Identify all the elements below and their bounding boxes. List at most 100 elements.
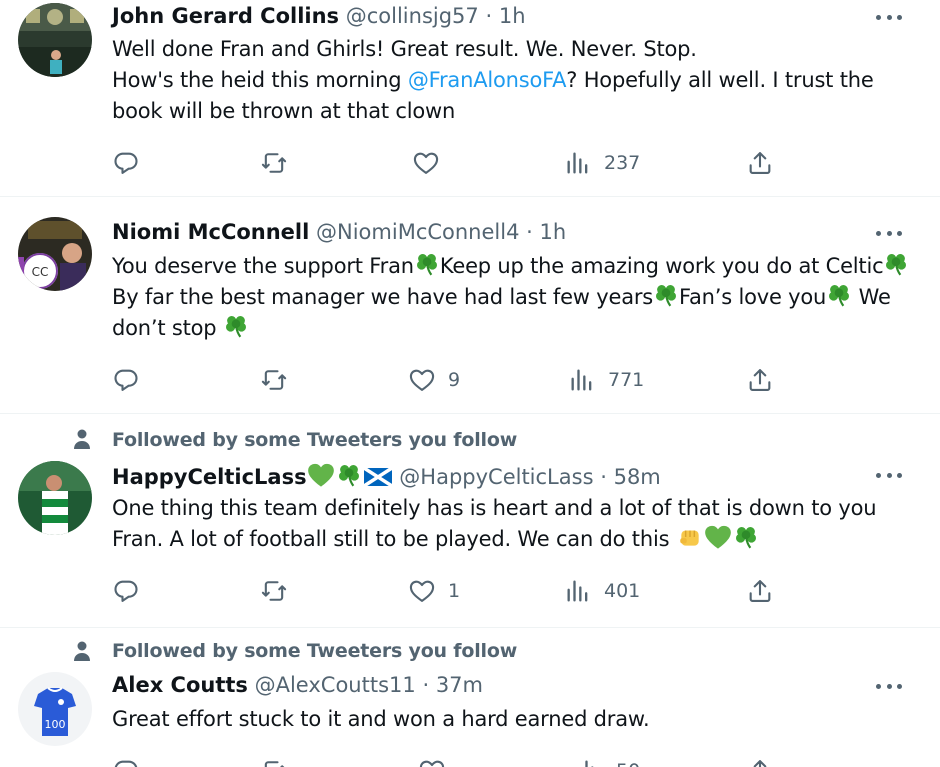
avatar[interactable]: CC xyxy=(18,217,92,291)
tweet-feed: John Gerard Collins @collinsjg57 · 1h We… xyxy=(0,0,940,767)
tweet-text-segment: Fan’s love you xyxy=(679,285,827,309)
retweet-icon xyxy=(264,761,285,767)
author-name[interactable]: HappyCelticLass xyxy=(112,465,307,489)
action-bar: 9 771 xyxy=(112,365,792,395)
view-count: 237 xyxy=(604,152,641,174)
like-icon xyxy=(419,760,445,767)
share-button[interactable] xyxy=(746,756,774,767)
reply-icon xyxy=(114,369,138,391)
tweet-text-segment: One thing this team definitely has is he… xyxy=(112,496,877,551)
separator-dot: · xyxy=(526,220,533,244)
retweet-icon xyxy=(261,153,287,173)
retweet-icon xyxy=(261,581,287,601)
tweet-text: Well done Fran and Ghirls! Great result.… xyxy=(112,34,912,127)
more-icon[interactable] xyxy=(876,470,902,480)
like-button[interactable] xyxy=(418,756,458,767)
views-icon xyxy=(585,760,594,767)
views-button[interactable]: 50 xyxy=(576,756,640,767)
retweet-icon xyxy=(261,370,287,390)
author-name[interactable]: Niomi McConnell xyxy=(112,220,309,244)
tweet-text-segment: Great effort stuck to it and won a hard … xyxy=(112,707,650,731)
like-button[interactable]: 1 xyxy=(408,576,460,606)
tweet-text-segment: How's the heid this morning xyxy=(112,68,408,92)
retweet-button[interactable] xyxy=(260,365,288,395)
green-heart-emoji xyxy=(307,463,334,487)
like-icon xyxy=(409,580,435,602)
like-button[interactable]: 9 xyxy=(408,365,460,395)
shamrock-emoji xyxy=(415,252,438,276)
tweet-text-line: Well done Fran and Ghirls! Great result.… xyxy=(112,37,697,61)
author-handle[interactable]: @collinsjg57 xyxy=(346,4,479,28)
green-heart-emoji xyxy=(704,525,731,549)
timestamp[interactable]: 58m xyxy=(614,465,661,489)
shamrock-emoji xyxy=(885,252,908,276)
tweet-text-segment: You deserve the support Fran xyxy=(112,254,414,278)
author-handle[interactable]: @AlexCoutts11 xyxy=(255,673,416,697)
more-icon[interactable] xyxy=(876,681,902,691)
retweet-button[interactable] xyxy=(260,576,288,606)
reply-button[interactable] xyxy=(112,365,140,395)
share-button[interactable] xyxy=(746,148,774,178)
tweet-text: Great effort stuck to it and won a hard … xyxy=(112,704,912,735)
separator-dot: · xyxy=(422,673,430,697)
scotland-flag-emoji xyxy=(362,466,393,488)
share-button[interactable] xyxy=(746,576,774,606)
author-name[interactable]: Alex Coutts xyxy=(112,673,248,697)
tweet-header: HappyCelticLass @HappyCelticLass · 58m xyxy=(112,462,661,489)
more-icon[interactable] xyxy=(876,12,902,22)
share-icon xyxy=(749,580,771,602)
view-count: 50 xyxy=(616,760,640,767)
views-button[interactable]: 237 xyxy=(564,148,640,178)
like-icon xyxy=(413,152,439,174)
separator-dot: · xyxy=(485,4,493,28)
share-button[interactable] xyxy=(746,365,774,395)
tweet-header: Alex Coutts @AlexCoutts11 · 37m xyxy=(112,673,483,697)
avatar[interactable] xyxy=(18,461,92,535)
action-bar: 237 xyxy=(112,148,792,178)
retweet-button[interactable] xyxy=(260,756,288,767)
reply-button[interactable] xyxy=(112,756,140,767)
author-handle[interactable]: @NiomiMcConnell4 xyxy=(316,220,519,244)
like-button[interactable] xyxy=(412,148,452,178)
avatar[interactable]: 100 xyxy=(18,672,92,746)
person-icon xyxy=(74,641,90,661)
tweet[interactable]: Followed by some Tweeters you follow Hap… xyxy=(0,414,940,628)
tweet[interactable]: CC Niomi McConnell @NiomiMcConnell4 · 1h… xyxy=(0,197,940,414)
social-context[interactable]: Followed by some Tweeters you follow xyxy=(112,429,517,451)
tweet-text-segment: Keep up the amazing work you do at Celti… xyxy=(439,254,884,278)
views-icon xyxy=(567,152,588,174)
reply-icon xyxy=(114,760,138,767)
share-icon xyxy=(749,152,771,174)
view-count: 401 xyxy=(604,580,641,602)
author-name[interactable]: John Gerard Collins xyxy=(112,4,339,28)
views-icon xyxy=(567,580,588,602)
separator-dot: · xyxy=(600,465,607,489)
reply-icon xyxy=(114,580,138,602)
action-bar: 1 401 xyxy=(112,576,792,606)
like-count: 9 xyxy=(448,369,461,391)
shamrock-emoji xyxy=(224,314,247,338)
social-context[interactable]: Followed by some Tweeters you follow xyxy=(112,640,517,662)
mention-link[interactable]: @FranAlonsoFA xyxy=(408,68,567,92)
timestamp[interactable]: 37m xyxy=(436,673,483,697)
more-icon[interactable] xyxy=(876,228,902,238)
avatar[interactable] xyxy=(18,3,92,77)
author-handle[interactable]: @HappyCelticLass xyxy=(399,465,593,489)
views-button[interactable]: 401 xyxy=(564,576,640,606)
shamrock-emoji xyxy=(654,283,678,307)
reply-button[interactable] xyxy=(112,576,140,606)
view-count: 771 xyxy=(608,369,645,391)
timestamp[interactable]: 1h xyxy=(540,220,567,244)
views-icon xyxy=(571,369,592,391)
timestamp[interactable]: 1h xyxy=(499,4,526,28)
retweet-button[interactable] xyxy=(260,148,288,178)
reply-button[interactable] xyxy=(112,148,140,178)
person-icon xyxy=(74,429,90,449)
svg-text:CC: CC xyxy=(32,265,49,279)
like-count: 1 xyxy=(448,580,461,602)
tweet-text: One thing this team definitely has is he… xyxy=(112,493,912,555)
views-button[interactable]: 771 xyxy=(568,365,644,395)
tweet-text: You deserve the support Fran Keep up the … xyxy=(112,251,912,344)
tweet[interactable]: Followed by some Tweeters you follow 100… xyxy=(0,628,940,767)
tweet[interactable]: John Gerard Collins @collinsjg57 · 1h We… xyxy=(0,0,940,197)
